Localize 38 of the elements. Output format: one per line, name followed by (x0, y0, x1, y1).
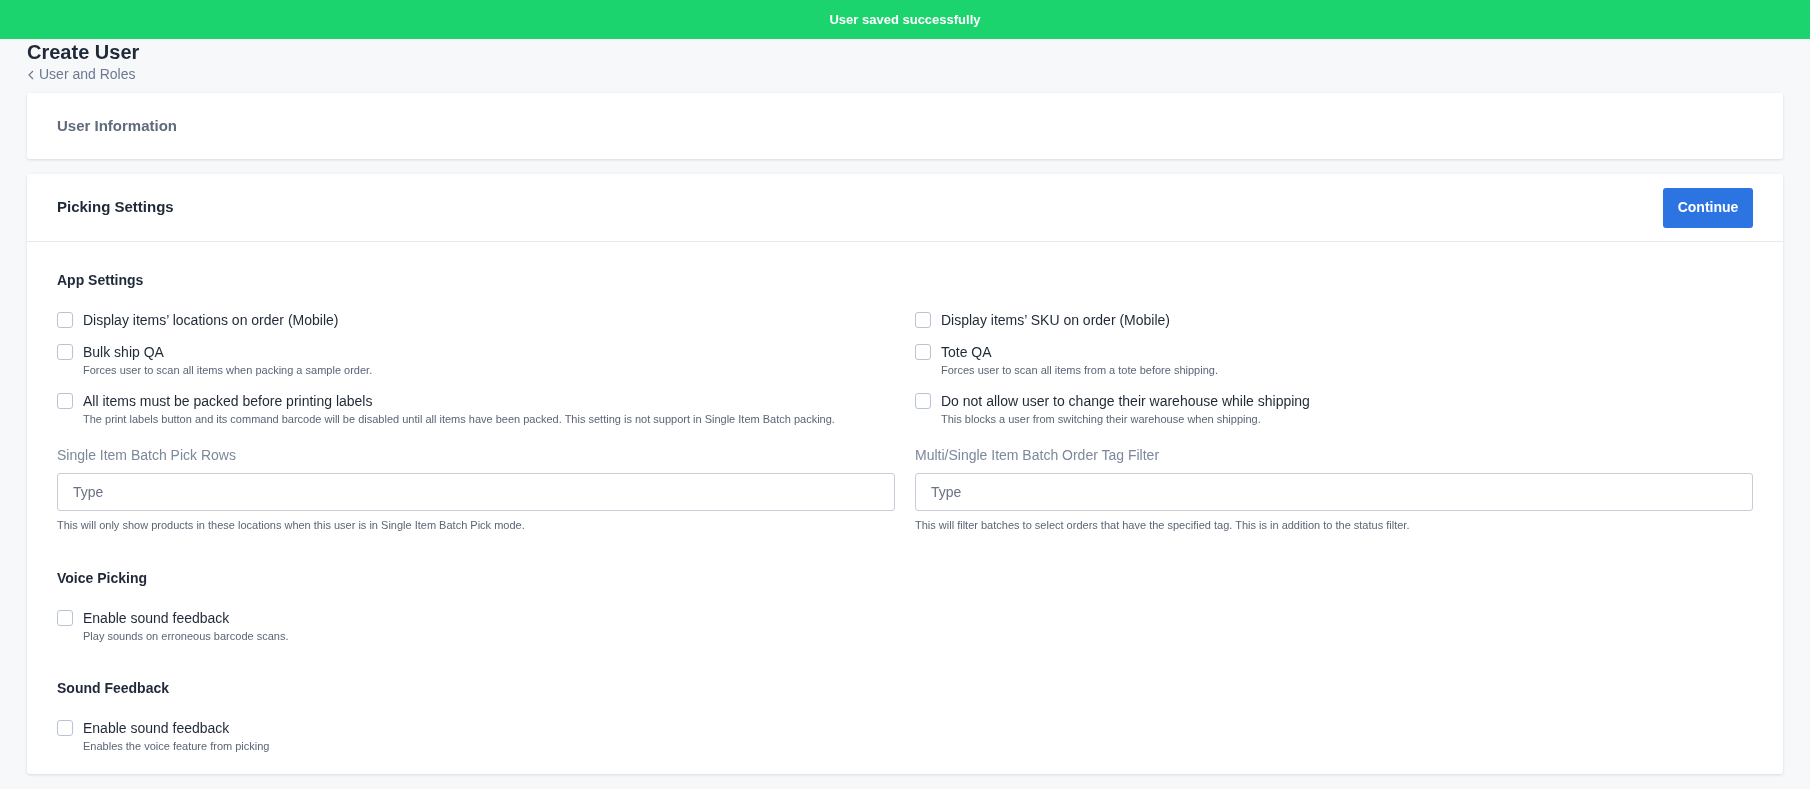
option-label: Enable sound feedback (83, 718, 231, 737)
checkbox[interactable] (57, 719, 73, 736)
card-title: User Information (57, 115, 177, 136)
toast-message: User saved successfully (829, 10, 981, 29)
option-label: Tote QA (941, 343, 993, 361)
option-help: Enables the voice feature from picking (83, 738, 270, 754)
option-help: This blocks a user from switching their warehouse when shipping. (941, 412, 1262, 427)
option-label: Bulk ship QA (83, 343, 165, 361)
option-label: Enable sound feedback (83, 608, 231, 627)
checkbox[interactable] (57, 393, 73, 409)
section-heading: Sound Feedback (57, 678, 171, 698)
checkbox[interactable] (915, 393, 931, 409)
option-help: Forces user to scan all items from a tote before shipping. (941, 363, 1218, 378)
checkbox[interactable] (57, 344, 73, 360)
input-field[interactable]: Type (915, 473, 1753, 511)
page-title: Create User (27, 41, 141, 63)
option-help: Forces user to scan all items when packing a sample order. (83, 363, 373, 378)
checkbox[interactable] (57, 609, 73, 626)
breadcrumb-link[interactable]: User and Roles (27, 64, 136, 85)
option-help: Play sounds on erroneous barcode scans. (83, 628, 289, 644)
field-help: This will only show products in these locations when this user is in Single Item Batch Pick mode. (57, 518, 526, 533)
checkbox[interactable] (57, 312, 73, 328)
checkbox[interactable] (915, 312, 931, 328)
option-label: Do not allow user to change their warehouse while shipping (941, 392, 1310, 410)
checkbox[interactable] (915, 344, 931, 360)
continue-button[interactable]: Continue (1663, 187, 1753, 228)
option-label: Display items’ SKU on order (Mobile) (941, 311, 1170, 329)
option-help: The print labels button and its command barcode will be disabled until all items have been packed. This setting is not support in Single Item Batch packing. (83, 412, 835, 427)
section-heading: Voice Picking (57, 568, 148, 588)
section-heading: App Settings (57, 271, 145, 290)
chevron-left-icon (27, 69, 35, 80)
option-label: All items must be packed before printing labels (83, 392, 374, 410)
input-field[interactable]: Type (57, 473, 895, 511)
option-label: Display items’ locations on order (Mobile) (83, 311, 339, 329)
field-help: This will filter batches to select orders that have the specified tag. This is in addition to the status filter. (915, 518, 1411, 533)
card-title: Picking Settings (57, 197, 174, 218)
field-label: Multi/Single Item Batch Order Tag Filter (915, 446, 1161, 465)
field-label: Single Item Batch Pick Rows (57, 446, 237, 465)
